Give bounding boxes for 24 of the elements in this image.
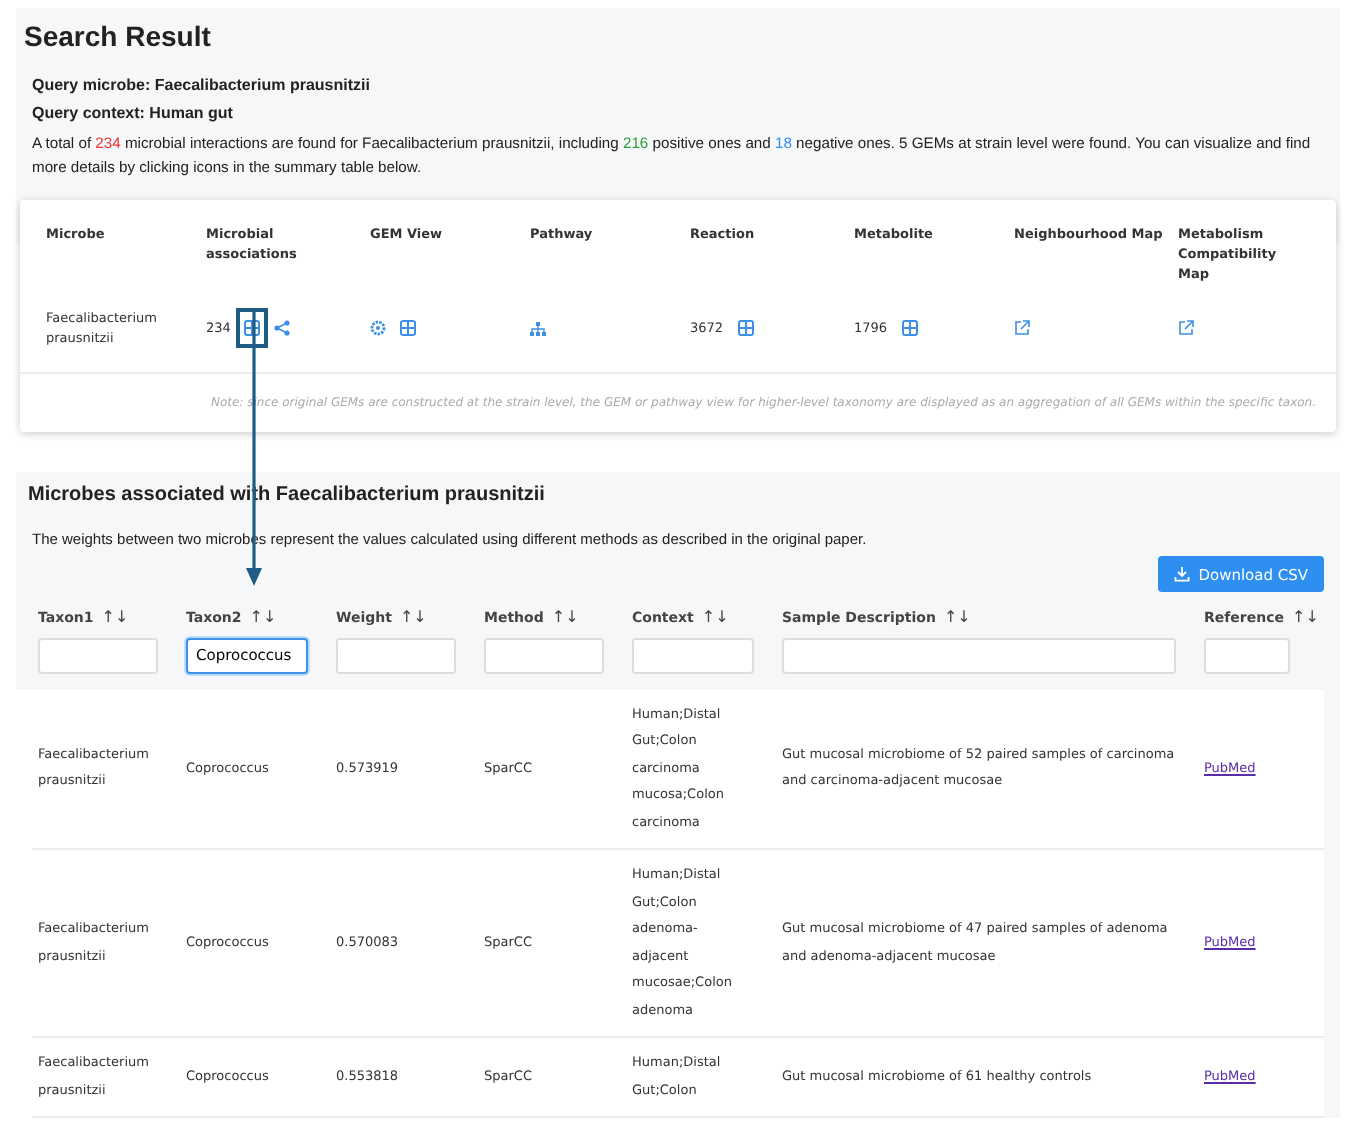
hierarchy-icon[interactable]	[530, 321, 546, 335]
filter-field[interactable]	[38, 637, 158, 673]
share-icon[interactable]	[274, 320, 291, 336]
filter-field[interactable]	[632, 637, 754, 673]
gear-icon[interactable]	[370, 320, 386, 336]
filter-field[interactable]	[782, 637, 1176, 673]
sort-icon[interactable]: ↑↓	[701, 608, 729, 626]
query-line: Query microbe: Faecalibacterium prausnitzii	[32, 76, 372, 94]
filter-field[interactable]	[484, 637, 604, 673]
query-line: Query context: Human gut	[32, 104, 235, 122]
external-link-icon[interactable]	[1014, 320, 1030, 336]
table-icon[interactable]	[400, 320, 416, 336]
table-icon[interactable]	[236, 308, 269, 348]
external-link-icon[interactable]	[1178, 320, 1194, 336]
filter-field[interactable]	[1204, 637, 1291, 673]
sort-icon[interactable]: ↑↓	[101, 608, 129, 626]
sort-icon[interactable]: ↑↓	[943, 608, 971, 626]
sort-icon[interactable]: ↑↓	[399, 608, 427, 626]
filter-field[interactable]	[336, 637, 456, 673]
section-title: Search Result	[24, 20, 213, 52]
sort-icon[interactable]: ↑↓	[249, 608, 277, 626]
sort-icon[interactable]: ↑↓	[551, 608, 579, 626]
sort-icon[interactable]: ↑↓	[1292, 608, 1319, 626]
download-icon	[1174, 566, 1191, 582]
